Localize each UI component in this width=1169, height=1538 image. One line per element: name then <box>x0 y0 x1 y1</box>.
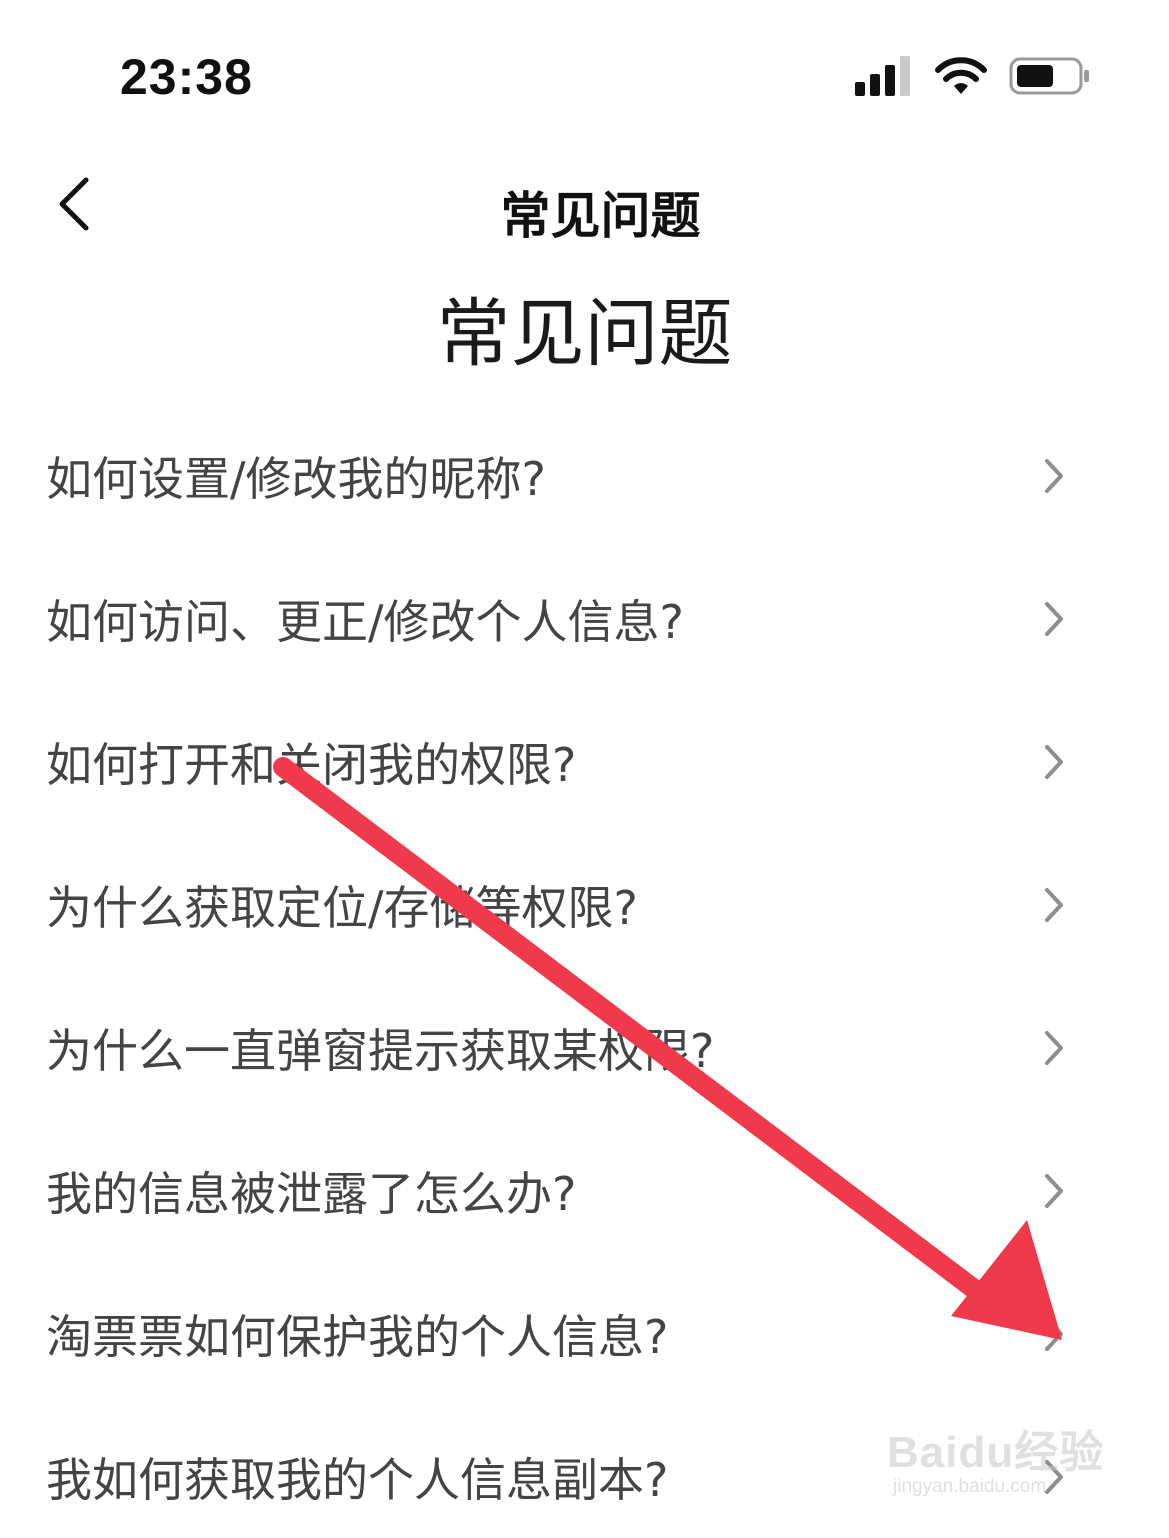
faq-item[interactable]: 我的信息被泄露了怎么办? <box>0 1119 1169 1262</box>
faq-item[interactable]: 淘票票如何保护我的个人信息? <box>0 1262 1169 1405</box>
faq-item[interactable]: 如何设置/修改我的昵称? <box>0 404 1169 547</box>
page-heading: 常见问题 <box>436 291 733 377</box>
faq-item-label: 淘票票如何保护我的个人信息? <box>46 1309 669 1364</box>
faq-item-label: 如何打开和关闭我的权限? <box>46 737 577 792</box>
status-time: 23:38 <box>120 49 253 105</box>
chevron-right-icon <box>1045 1030 1063 1065</box>
status-icons <box>855 52 1091 100</box>
faq-item-label: 如何设置/修改我的昵称? <box>46 451 546 506</box>
nav-title: 常见问题 <box>500 187 701 245</box>
faq-item-label: 我的信息被泄露了怎么办? <box>46 1166 577 1221</box>
watermark-brand: Baidu经验 <box>887 1428 1105 1477</box>
faq-item-label: 为什么获取定位/存储等权限? <box>46 880 638 935</box>
chevron-right-icon <box>1045 1173 1063 1208</box>
wifi-icon <box>935 57 987 94</box>
faq-item[interactable]: 如何访问、更正/修改个人信息? <box>0 547 1169 690</box>
faq-item-label: 如何访问、更正/修改个人信息? <box>46 594 684 649</box>
chevron-right-icon <box>1045 601 1063 636</box>
chevron-right-icon <box>1045 744 1063 779</box>
battery-icon <box>1009 57 1089 95</box>
faq-item-label: 为什么一直弹窗提示获取某权限? <box>46 1023 715 1078</box>
chevron-right-icon <box>1045 458 1063 493</box>
faq-item[interactable]: 为什么获取定位/存储等权限? <box>0 833 1169 976</box>
faq-list: 如何设置/修改我的昵称? 如何访问、更正/修改个人信息? 如何打开和关闭我的权限… <box>0 404 1169 1538</box>
chevron-right-icon <box>1045 887 1063 922</box>
faq-item[interactable]: 如何打开和关闭我的权限? <box>0 690 1169 833</box>
chevron-right-icon <box>1045 1316 1063 1351</box>
faq-screen: 23:38 常见问题 常见问题 如何设置/修改我的昵称? 如何访问、更正/修改个… <box>0 0 1169 1538</box>
cellular-signal-icon <box>855 56 910 96</box>
faq-item-label: 我如何获取我的个人信息副本? <box>46 1452 669 1507</box>
baidu-watermark: Baidu经验 jingyan.baidu.com <box>887 1402 1107 1512</box>
watermark-url: jingyan.baidu.com <box>893 1476 1047 1497</box>
faq-item[interactable]: 为什么一直弹窗提示获取某权限? <box>0 976 1169 1119</box>
